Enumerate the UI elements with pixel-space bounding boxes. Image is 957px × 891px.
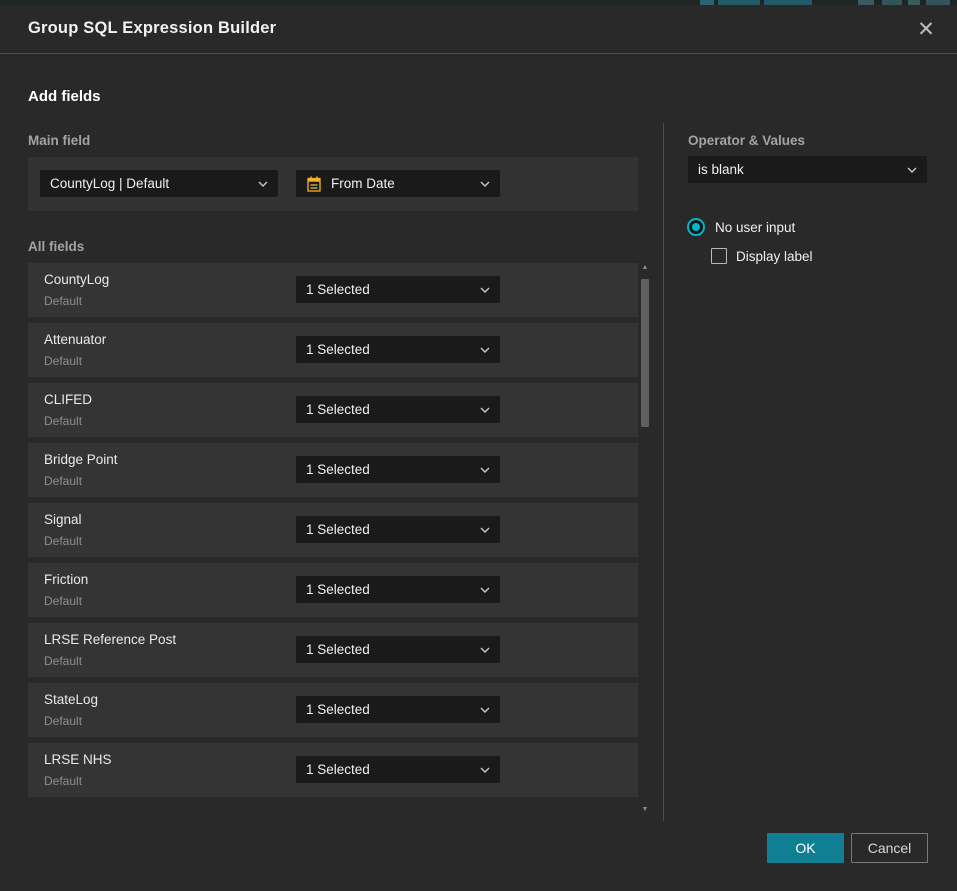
field-name: CLIFED: [44, 392, 92, 407]
field-selection-value: 1 Selected: [306, 522, 472, 537]
field-row: Friction Default 1 Selected: [28, 563, 638, 617]
field-row: LRSE Reference Post Default 1 Selected: [28, 623, 638, 677]
display-label-checkbox[interactable]: Display label: [711, 248, 813, 264]
field-selection-dropdown[interactable]: 1 Selected: [296, 276, 500, 303]
field-selection-value: 1 Selected: [306, 762, 472, 777]
field-selection-value: 1 Selected: [306, 702, 472, 717]
chevron-down-icon: [480, 347, 490, 353]
field-row: StateLog Default 1 Selected: [28, 683, 638, 737]
field-selection-dropdown[interactable]: 1 Selected: [296, 456, 500, 483]
dialog-title: Group SQL Expression Builder: [28, 19, 276, 38]
display-label-label: Display label: [736, 249, 813, 264]
field-subtitle: Default: [44, 294, 82, 308]
operator-dropdown[interactable]: is blank: [688, 156, 927, 183]
field-row: CountyLog Default 1 Selected: [28, 263, 638, 317]
main-field-label: Main field: [28, 133, 90, 148]
field-selection-dropdown[interactable]: 1 Selected: [296, 516, 500, 543]
calendar-date-icon: [306, 176, 322, 192]
chevron-down-icon: [480, 527, 490, 533]
chevron-down-icon: [480, 181, 490, 187]
radio-selected-icon: [687, 218, 705, 236]
field-row: LRSE NHS Default 1 Selected: [28, 743, 638, 797]
field-selection-dropdown[interactable]: 1 Selected: [296, 756, 500, 783]
scrollbar-thumb[interactable]: [641, 279, 649, 427]
field-selection-dropdown[interactable]: 1 Selected: [296, 636, 500, 663]
chevron-down-icon: [480, 287, 490, 293]
no-user-input-radio[interactable]: No user input: [687, 218, 795, 236]
chevron-down-icon: [480, 587, 490, 593]
fields-list-scrollbar[interactable]: ▲ ▼: [638, 261, 652, 817]
field-selection-value: 1 Selected: [306, 582, 472, 597]
field-selection-value: 1 Selected: [306, 282, 472, 297]
panel-divider: [663, 123, 664, 821]
ok-button[interactable]: OK: [767, 833, 844, 863]
field-name: LRSE NHS: [44, 752, 112, 767]
add-fields-heading: Add fields: [28, 88, 101, 105]
all-fields-list: CountyLog Default 1 Selected Attenuator …: [28, 263, 638, 803]
all-fields-label: All fields: [28, 239, 84, 254]
field-row: Signal Default 1 Selected: [28, 503, 638, 557]
cancel-button[interactable]: Cancel: [851, 833, 928, 863]
chevron-down-icon: [480, 707, 490, 713]
scrollbar-up-icon[interactable]: ▲: [641, 265, 649, 271]
field-subtitle: Default: [44, 594, 82, 608]
field-selection-value: 1 Selected: [306, 642, 472, 657]
field-subtitle: Default: [44, 354, 82, 368]
field-subtitle: Default: [44, 654, 82, 668]
chevron-down-icon: [258, 181, 268, 187]
field-selection-value: 1 Selected: [306, 402, 472, 417]
field-subtitle: Default: [44, 534, 82, 548]
checkbox-unchecked-icon: [711, 248, 727, 264]
field-name: Signal: [44, 512, 82, 527]
close-icon[interactable]: ✕: [912, 15, 940, 43]
field-selection-dropdown[interactable]: 1 Selected: [296, 696, 500, 723]
field-name: Friction: [44, 572, 88, 587]
main-field-panel: CountyLog | Default From Date: [28, 157, 638, 211]
main-field-field-value: From Date: [331, 176, 472, 191]
field-selection-dropdown[interactable]: 1 Selected: [296, 576, 500, 603]
main-field-field-dropdown[interactable]: From Date: [296, 170, 500, 197]
field-selection-value: 1 Selected: [306, 462, 472, 477]
chevron-down-icon: [907, 167, 917, 173]
field-subtitle: Default: [44, 774, 82, 788]
chevron-down-icon: [480, 767, 490, 773]
field-selection-dropdown[interactable]: 1 Selected: [296, 336, 500, 363]
dialog-header: Group SQL Expression Builder ✕: [0, 5, 957, 54]
group-sql-expression-builder-dialog: Group SQL Expression Builder ✕ Add field…: [0, 5, 957, 891]
field-selection-dropdown[interactable]: 1 Selected: [296, 396, 500, 423]
field-row: CLIFED Default 1 Selected: [28, 383, 638, 437]
field-subtitle: Default: [44, 474, 82, 488]
field-name: CountyLog: [44, 272, 109, 287]
chevron-down-icon: [480, 647, 490, 653]
main-field-source-dropdown[interactable]: CountyLog | Default: [40, 170, 278, 197]
chevron-down-icon: [480, 467, 490, 473]
field-subtitle: Default: [44, 714, 82, 728]
main-field-source-value: CountyLog | Default: [50, 176, 250, 191]
no-user-input-label: No user input: [715, 220, 795, 235]
field-name: Attenuator: [44, 332, 106, 347]
field-name: StateLog: [44, 692, 98, 707]
scrollbar-down-icon[interactable]: ▼: [641, 807, 649, 813]
field-name: Bridge Point: [44, 452, 118, 467]
field-selection-value: 1 Selected: [306, 342, 472, 357]
chevron-down-icon: [480, 407, 490, 413]
operator-value: is blank: [698, 162, 899, 177]
field-subtitle: Default: [44, 414, 82, 428]
field-row: Attenuator Default 1 Selected: [28, 323, 638, 377]
operator-values-label: Operator & Values: [688, 133, 805, 148]
field-name: LRSE Reference Post: [44, 632, 176, 647]
field-row: Bridge Point Default 1 Selected: [28, 443, 638, 497]
